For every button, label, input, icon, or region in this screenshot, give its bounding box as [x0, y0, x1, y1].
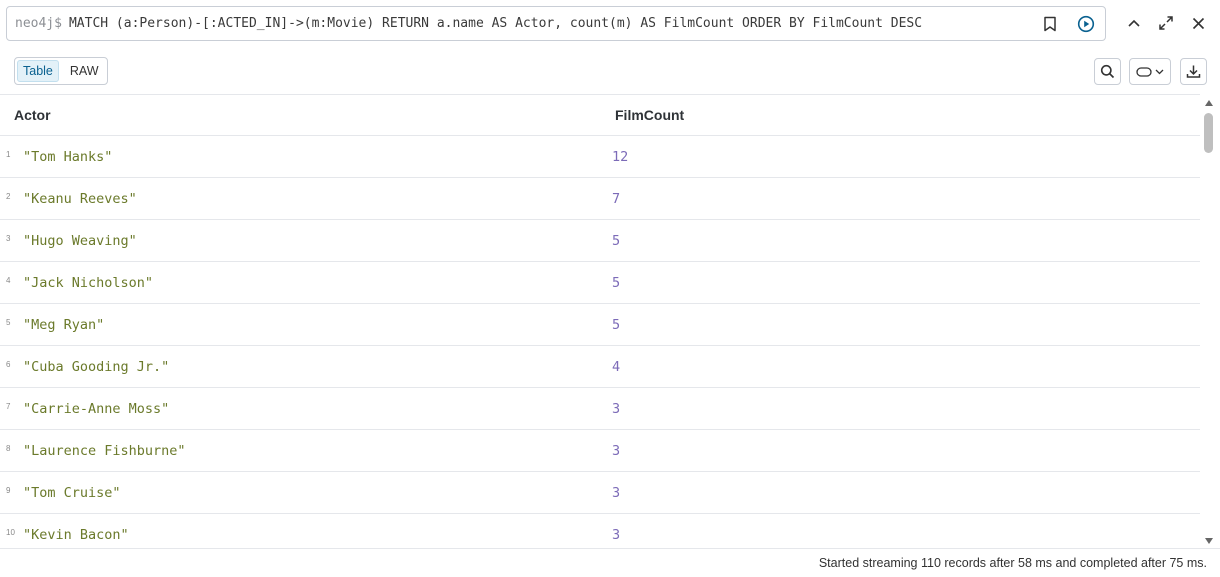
filmcount-cell: 3: [612, 527, 621, 543]
actor-cell: "Laurence Fishburne": [23, 443, 186, 459]
row-index: 9: [6, 486, 11, 495]
close-button[interactable]: [1184, 8, 1212, 38]
query-prompt: neo4j$: [15, 16, 62, 31]
table-row: 6 "Cuba Gooding Jr." 4: [0, 346, 1200, 388]
collapse-icon: [1128, 19, 1140, 27]
filmcount-cell: 3: [612, 401, 621, 417]
chevron-down-icon: [1155, 69, 1164, 74]
actor-cell: "Carrie-Anne Moss": [23, 401, 170, 417]
window-controls: [1120, 8, 1212, 38]
actor-cell: "Jack Nicholson": [23, 275, 154, 291]
tab-raw[interactable]: RAW: [65, 61, 104, 81]
row-index: 6: [6, 360, 11, 369]
search-icon: [1100, 64, 1115, 79]
bookmark-icon: [1044, 16, 1056, 31]
filmcount-cell: 5: [612, 317, 621, 333]
filmcount-cell: 5: [612, 233, 621, 249]
table-row: 1 "Tom Hanks" 12: [0, 136, 1200, 178]
row-index: 10: [6, 528, 15, 537]
actor-cell: "Cuba Gooding Jr.": [23, 359, 170, 375]
scrollbar-thumb[interactable]: [1204, 113, 1213, 153]
filmcount-cell: 4: [612, 359, 621, 375]
table-scrollbar[interactable]: [1203, 98, 1215, 546]
table-row: 9 "Tom Cruise" 3: [0, 472, 1200, 514]
search-button[interactable]: [1094, 58, 1121, 85]
filmcount-cell: 3: [612, 443, 621, 459]
column-header-actor[interactable]: Actor: [14, 107, 51, 123]
run-query-button[interactable]: [1071, 9, 1101, 39]
table-row: 7 "Carrie-Anne Moss" 3: [0, 388, 1200, 430]
view-mode-toggle: Table RAW: [14, 57, 108, 85]
tab-table[interactable]: Table: [17, 60, 59, 82]
fullscreen-button[interactable]: [1152, 8, 1180, 38]
table-header: Actor FilmCount: [0, 95, 1200, 136]
filmcount-cell: 12: [612, 149, 629, 165]
table-row: 10 "Kevin Bacon" 3: [0, 514, 1200, 547]
row-index: 7: [6, 402, 11, 411]
table-row: 8 "Laurence Fishburne" 3: [0, 430, 1200, 472]
actor-cell: "Keanu Reeves": [23, 191, 137, 207]
fullscreen-icon: [1159, 16, 1173, 30]
download-icon: [1186, 65, 1201, 78]
query-input[interactable]: neo4j$ MATCH (a:Person)-[:ACTED_IN]->(m:M…: [7, 16, 1035, 31]
filmcount-cell: 5: [612, 275, 621, 291]
display-options-select[interactable]: [1129, 58, 1171, 85]
filmcount-cell: 3: [612, 485, 621, 501]
row-index: 1: [6, 150, 11, 159]
scroll-down-arrow-icon[interactable]: [1205, 538, 1213, 544]
table-row: 5 "Meg Ryan" 5: [0, 304, 1200, 346]
row-index: 3: [6, 234, 11, 243]
actor-cell: "Tom Cruise": [23, 485, 121, 501]
table-row: 2 "Keanu Reeves" 7: [0, 178, 1200, 220]
status-bar: Started streaming 110 records after 58 m…: [0, 548, 1220, 577]
close-icon: [1192, 17, 1204, 29]
toggle-shape-icon: [1136, 66, 1152, 77]
actor-cell: "Kevin Bacon": [23, 527, 129, 543]
filmcount-cell: 7: [612, 191, 621, 207]
column-header-filmcount[interactable]: FilmCount: [615, 107, 684, 123]
results-table: Actor FilmCount 1 "Tom Hanks" 12 2 "Kean…: [0, 94, 1200, 547]
table-row: 4 "Jack Nicholson" 5: [0, 262, 1200, 304]
query-editor[interactable]: neo4j$ MATCH (a:Person)-[:ACTED_IN]->(m:M…: [6, 6, 1106, 41]
row-index: 2: [6, 192, 11, 201]
collapse-button[interactable]: [1120, 8, 1148, 38]
status-text: Started streaming 110 records after 58 m…: [818, 556, 1207, 570]
run-icon: [1077, 15, 1095, 32]
actor-cell: "Meg Ryan": [23, 317, 105, 333]
query-text: MATCH (a:Person)-[:ACTED_IN]->(m:Movie) …: [68, 16, 923, 31]
table-row: 3 "Hugo Weaving" 5: [0, 220, 1200, 262]
row-index: 4: [6, 276, 11, 285]
actor-cell: "Tom Hanks": [23, 149, 113, 165]
bookmark-button[interactable]: [1035, 9, 1065, 39]
scroll-up-arrow-icon[interactable]: [1205, 100, 1213, 106]
row-index: 5: [6, 318, 11, 327]
actor-cell: "Hugo Weaving": [23, 233, 137, 249]
row-index: 8: [6, 444, 11, 453]
download-button[interactable]: [1180, 58, 1207, 85]
